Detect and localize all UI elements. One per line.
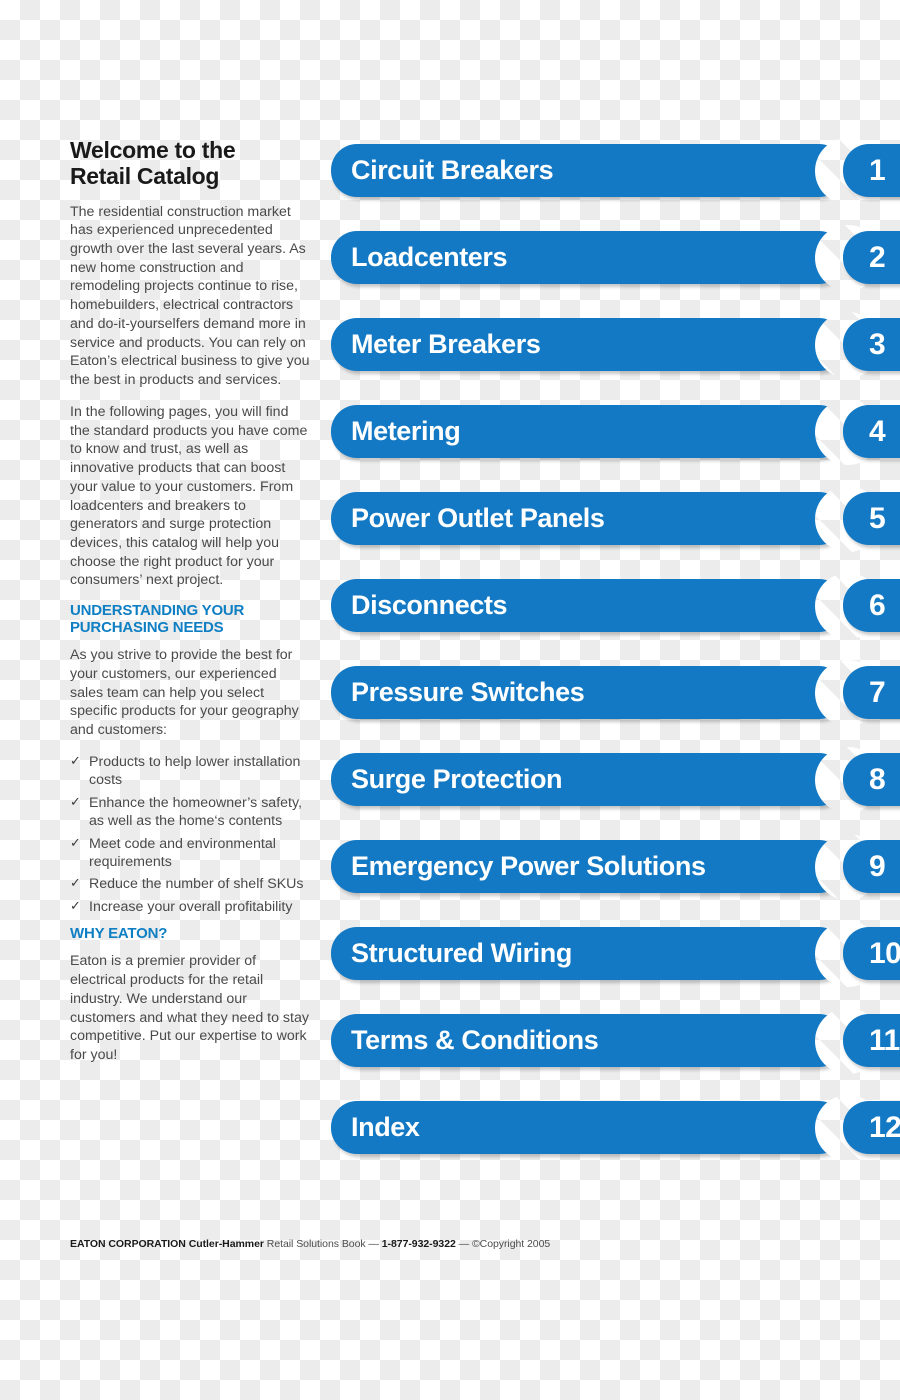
chapter-tab-1[interactable]: Circuit Breakers 1 bbox=[331, 138, 900, 204]
chapter-tab-bar[interactable]: Disconnects bbox=[331, 579, 845, 632]
chapter-number: 3 bbox=[869, 327, 886, 361]
chapter-number-badge[interactable]: 8 bbox=[843, 753, 900, 806]
page-title: Welcome to the Retail Catalog bbox=[70, 137, 236, 189]
chapter-number: 1 bbox=[869, 153, 886, 187]
purchasing-needs-list: ✓ Products to help lower installation co… bbox=[70, 753, 310, 917]
chapter-tab-label: Terms & Conditions bbox=[351, 1025, 599, 1055]
intro-paragraph-1: The residential construction market has … bbox=[70, 203, 310, 389]
check-icon: ✓ bbox=[70, 897, 81, 913]
chapter-tab-bar[interactable]: Terms & Conditions bbox=[331, 1014, 845, 1067]
intro-paragraph-2: In the following pages, you will find th… bbox=[70, 403, 308, 589]
chapter-tab-label: Metering bbox=[351, 416, 461, 446]
section-heading-why-eaton: WHY EATON? bbox=[70, 925, 168, 943]
chapter-tab-label: Structured Wiring bbox=[351, 938, 572, 968]
chapter-number-badge[interactable]: 5 bbox=[843, 492, 900, 545]
chapter-tab-7[interactable]: Pressure Switches 7 bbox=[331, 660, 900, 726]
chapter-number-badge[interactable]: 10 bbox=[843, 927, 900, 980]
chapter-tab-bar[interactable]: Index bbox=[331, 1101, 845, 1154]
chapter-tab-bar[interactable]: Metering bbox=[331, 405, 845, 458]
footer-book: Retail Solutions Book — bbox=[266, 1238, 379, 1250]
list-item: ✓ Enhance the homeowner’s safety, as wel… bbox=[70, 794, 310, 831]
chapter-number-badge[interactable]: 6 bbox=[843, 579, 900, 632]
check-icon: ✓ bbox=[70, 752, 81, 768]
footer-brand: Cutler-Hammer bbox=[188, 1238, 264, 1250]
chapter-tab-label: Emergency Power Solutions bbox=[351, 851, 706, 881]
chapter-number-badge[interactable]: 12 bbox=[843, 1101, 900, 1154]
list-item: ✓ Meet code and environmental requiremen… bbox=[70, 835, 310, 872]
chapter-tab-bar[interactable]: Structured Wiring bbox=[331, 927, 845, 980]
check-icon: ✓ bbox=[70, 875, 81, 891]
chapter-number: 9 bbox=[869, 849, 886, 883]
chapter-number: 10 bbox=[869, 936, 900, 970]
chapter-number-badge[interactable]: 7 bbox=[843, 666, 900, 719]
list-item: ✓ Products to help lower installation co… bbox=[70, 753, 310, 790]
purchasing-needs-intro: As you strive to provide the best for yo… bbox=[70, 647, 299, 738]
why-eaton-body: Eaton is a premier provider of electrica… bbox=[70, 953, 309, 1063]
chapter-tab-11[interactable]: Terms & Conditions 11 bbox=[331, 1008, 900, 1074]
list-item-label: Increase your overall profitability bbox=[89, 898, 293, 915]
chapter-tab-bar[interactable]: Pressure Switches bbox=[331, 666, 845, 719]
chapter-number-badge[interactable]: 3 bbox=[843, 318, 900, 371]
chapter-number: 4 bbox=[869, 414, 886, 448]
chapter-number: 6 bbox=[869, 588, 886, 622]
chapter-tab-label: Surge Protection bbox=[351, 764, 563, 794]
chapter-number: 11 bbox=[869, 1023, 900, 1057]
chapter-tab-bar[interactable]: Surge Protection bbox=[331, 753, 845, 806]
chapter-number-badge[interactable]: 2 bbox=[843, 231, 900, 284]
chapter-tab-label: Meter Breakers bbox=[351, 329, 541, 359]
section-heading-understanding-your-purchasing-needs: UNDERSTANDING YOUR PURCHASING NEEDS bbox=[70, 602, 245, 637]
chapter-number-badge[interactable]: 11 bbox=[843, 1014, 900, 1067]
welcome-column: Welcome to the Retail Catalog The reside… bbox=[70, 137, 310, 1078]
chapter-number: 2 bbox=[869, 240, 886, 274]
list-item-label: Meet code and environmental requirements bbox=[89, 835, 276, 870]
chapter-tab-bar[interactable]: Power Outlet Panels bbox=[331, 492, 845, 545]
check-icon: ✓ bbox=[70, 793, 81, 809]
chapter-tab-4[interactable]: Metering 4 bbox=[331, 399, 900, 465]
page-footer: EATON CORPORATION Cutler-Hammer Retail S… bbox=[70, 1238, 550, 1250]
list-item: ✓ Increase your overall profitability bbox=[70, 898, 310, 916]
chapter-number: 12 bbox=[869, 1110, 900, 1144]
chapter-tab-label: Circuit Breakers bbox=[351, 155, 554, 185]
chapter-tab-3[interactable]: Meter Breakers 3 bbox=[331, 312, 900, 378]
chapter-number-badge[interactable]: 1 bbox=[843, 144, 900, 197]
chapter-tab-bar[interactable]: Meter Breakers bbox=[331, 318, 845, 371]
list-item-label: Reduce the number of shelf SKUs bbox=[89, 876, 304, 893]
check-icon: ✓ bbox=[70, 834, 81, 850]
chapter-tab-12[interactable]: Index 12 bbox=[331, 1095, 900, 1161]
list-item-label: Enhance the homeowner’s safety, as well … bbox=[89, 794, 302, 830]
chapter-number: 5 bbox=[869, 501, 886, 535]
list-item: ✓ Reduce the number of shelf SKUs bbox=[70, 875, 310, 893]
chapter-tab-list: Circuit Breakers 1 Loadcenters 2 Meter B… bbox=[331, 138, 900, 1188]
chapter-tab-bar[interactable]: Loadcenters bbox=[331, 231, 845, 284]
chapter-tab-bar[interactable]: Emergency Power Solutions bbox=[331, 840, 845, 893]
chapter-number-badge[interactable]: 9 bbox=[843, 840, 900, 893]
footer-company: EATON CORPORATION bbox=[70, 1238, 186, 1250]
footer-copyright: — ©Copyright 2005 bbox=[458, 1238, 551, 1250]
chapter-number-badge[interactable]: 4 bbox=[843, 405, 900, 458]
chapter-tab-2[interactable]: Loadcenters 2 bbox=[331, 225, 900, 291]
chapter-tab-10[interactable]: Structured Wiring 10 bbox=[331, 921, 900, 987]
chapter-tab-label: Disconnects bbox=[351, 590, 508, 620]
chapter-tab-5[interactable]: Power Outlet Panels 5 bbox=[331, 486, 900, 552]
chapter-tab-bar[interactable]: Circuit Breakers bbox=[331, 144, 845, 197]
chapter-tab-8[interactable]: Surge Protection 8 bbox=[331, 747, 900, 813]
chapter-number: 7 bbox=[869, 675, 886, 709]
chapter-number: 8 bbox=[869, 762, 886, 796]
chapter-tab-9[interactable]: Emergency Power Solutions 9 bbox=[331, 834, 900, 900]
chapter-tab-label: Loadcenters bbox=[351, 242, 508, 272]
chapter-tab-label: Index bbox=[351, 1112, 420, 1142]
list-item-label: Products to help lower installation cost… bbox=[89, 753, 301, 789]
chapter-tab-label: Pressure Switches bbox=[351, 677, 585, 707]
footer-phone: 1-877-932-9322 bbox=[381, 1238, 456, 1250]
chapter-tab-6[interactable]: Disconnects 6 bbox=[331, 573, 900, 639]
catalog-page: Welcome to the Retail Catalog The reside… bbox=[0, 0, 900, 1400]
chapter-tab-label: Power Outlet Panels bbox=[351, 503, 605, 533]
